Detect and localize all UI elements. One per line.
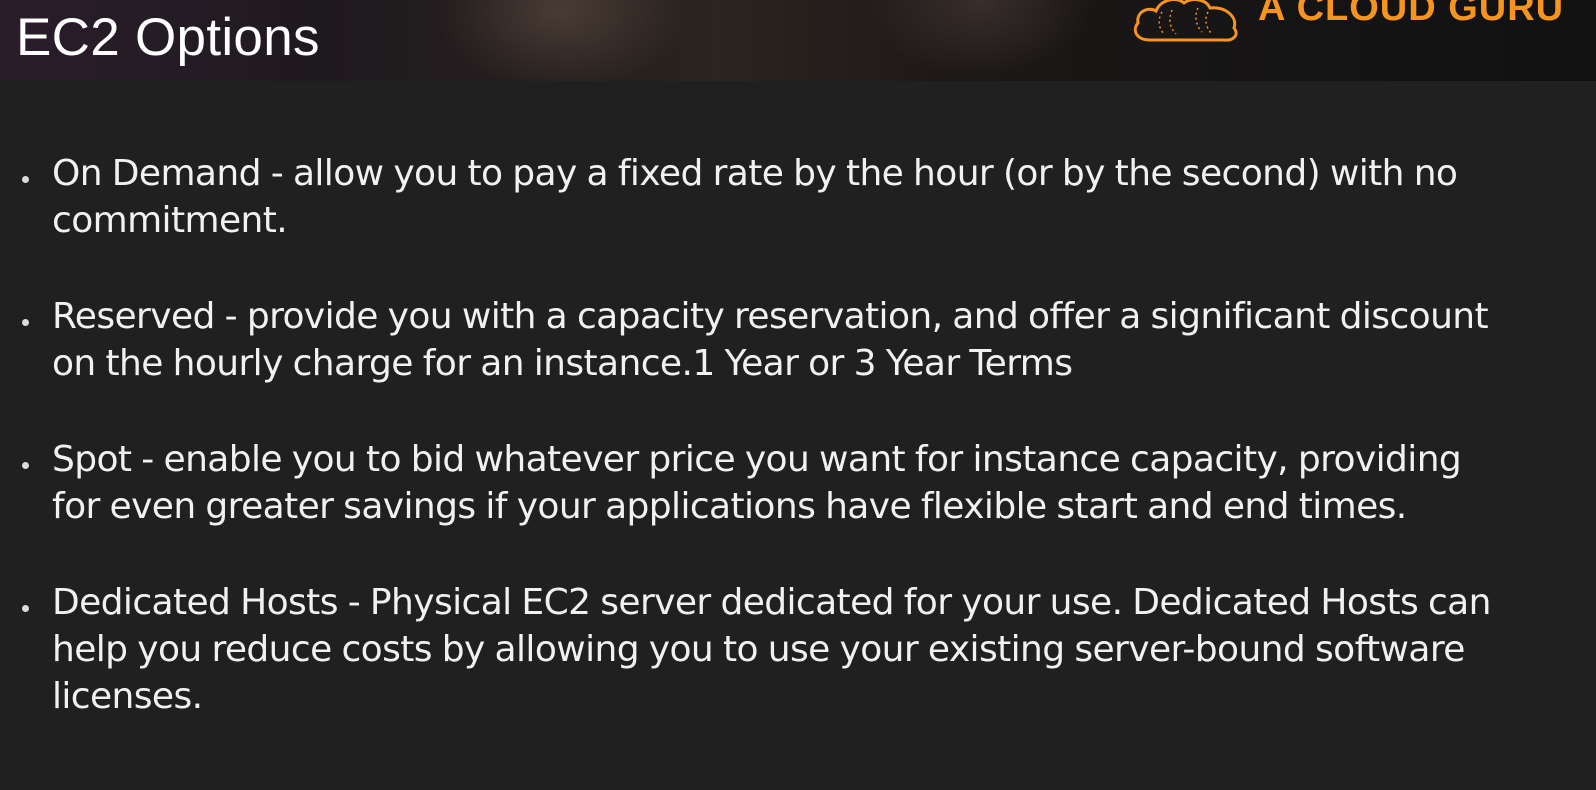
option-item-spot: Spot - enable you to bid whatever price … [0,436,1512,530]
header-bar: EC2 Options A CLOUD GURU [0,0,1596,81]
option-text: On Demand - allow you to pay a fixed rat… [52,153,1458,241]
option-text: Dedicated Hosts - Physical EC2 server de… [52,582,1491,717]
cloud-logo-icon [1128,0,1244,48]
brand-logo: A CLOUD GURU [1128,0,1563,48]
bullet-icon [22,176,29,183]
option-item-on-demand: On Demand - allow you to pay a fixed rat… [0,150,1512,244]
brand-name: A CLOUD GURU [1258,0,1565,29]
option-item-dedicated-hosts: Dedicated Hosts - Physical EC2 server de… [0,579,1512,720]
option-text: Reserved - provide you with a capacity r… [52,296,1489,384]
options-list: On Demand - allow you to pay a fixed rat… [0,150,1596,769]
option-item-reserved: Reserved - provide you with a capacity r… [0,293,1512,387]
bullet-icon [22,462,29,469]
bullet-icon [22,319,29,326]
option-text: Spot - enable you to bid whatever price … [52,439,1462,527]
page-title: EC2 Options [16,8,320,67]
bullet-icon [22,605,29,612]
